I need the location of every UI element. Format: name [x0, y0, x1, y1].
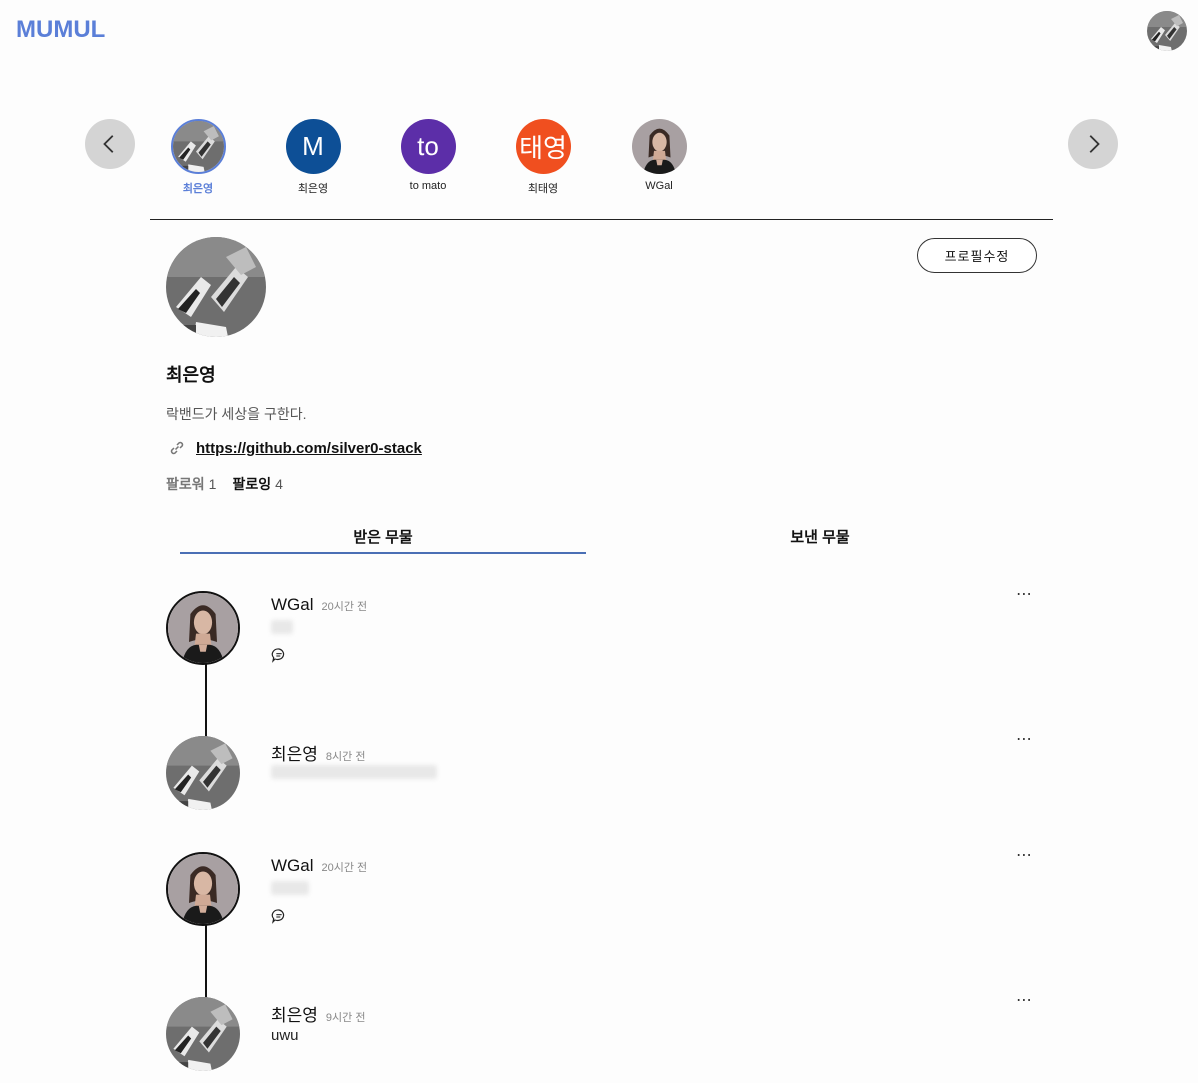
followers-stat[interactable]: 팔로워 1 — [166, 474, 216, 494]
friend-name: 최은영 — [182, 183, 214, 195]
post-header: 최은영 8시간 전 — [271, 740, 365, 765]
post-time: 8시간 전 — [325, 751, 366, 763]
post-body — [271, 765, 437, 782]
friend-item[interactable]: 최은영 — [158, 119, 238, 196]
post-avatar[interactable] — [166, 591, 240, 665]
friend-item[interactable]: 태영 최태영 — [503, 119, 583, 196]
following-stat[interactable]: 팔로잉 4 — [232, 474, 282, 494]
post-body — [271, 620, 293, 637]
section-divider — [150, 219, 1053, 220]
redacted-text — [271, 620, 293, 634]
profile-link[interactable]: https://github.com/silver0-stack — [196, 440, 422, 457]
following-label: 팔로잉 — [232, 476, 272, 492]
app-logo[interactable]: MUMUL — [16, 16, 105, 44]
friend-name: to mato — [409, 180, 447, 192]
more-options-button[interactable]: ⋯ — [1016, 845, 1033, 865]
thread-line — [205, 664, 207, 738]
profile-avatar — [166, 237, 266, 337]
post-author[interactable]: 최은영 — [271, 740, 318, 765]
more-options-button[interactable]: ⋯ — [1016, 729, 1033, 749]
friend-name: 최태영 — [527, 183, 559, 195]
friend-avatar — [632, 119, 687, 174]
post-time: 20시간 전 — [321, 862, 368, 874]
more-options-button[interactable]: ⋯ — [1016, 990, 1033, 1010]
edit-profile-button[interactable]: 프로필수정 — [917, 238, 1037, 273]
followers-count: 1 — [208, 476, 217, 492]
post-time: 20시간 전 — [321, 601, 368, 613]
follow-stats: 팔로워 1 팔로잉 4 — [166, 474, 283, 494]
friend-avatar: 태영 — [515, 119, 571, 174]
post-body: uwu — [271, 1027, 299, 1044]
active-tab-indicator — [180, 552, 586, 554]
friend-item[interactable]: WGal — [619, 119, 699, 192]
post-header: 최은영 9시간 전 — [271, 1001, 365, 1026]
friend-avatar: to — [400, 119, 456, 174]
post-author[interactable]: 최은영 — [271, 1001, 318, 1026]
post-header: WGal 20시간 전 — [271, 595, 367, 615]
friend-item[interactable]: to to mato — [388, 119, 468, 192]
thread-line — [205, 925, 207, 999]
carousel-prev-button[interactable] — [85, 119, 135, 169]
post-author[interactable]: WGal — [271, 856, 314, 876]
profile-name: 최은영 — [166, 365, 216, 385]
followers-label: 팔로워 — [166, 476, 205, 492]
tab-received[interactable]: 받은 무물 — [180, 526, 586, 547]
friend-avatar: M — [285, 119, 341, 174]
tab-sent[interactable]: 보낸 무물 — [617, 526, 1023, 547]
link-icon — [170, 441, 184, 455]
following-count: 4 — [275, 476, 283, 492]
post-body — [271, 881, 309, 898]
post-avatar[interactable] — [166, 997, 240, 1071]
redacted-text — [271, 881, 309, 895]
more-options-button[interactable]: ⋯ — [1016, 584, 1033, 604]
comment-icon[interactable] — [271, 647, 287, 663]
user-avatar[interactable] — [1147, 11, 1187, 51]
post-header: WGal 20시간 전 — [271, 856, 367, 876]
post-time: 9시간 전 — [325, 1012, 366, 1024]
profile-bio: 락밴드가 세상을 구한다. — [166, 406, 307, 422]
carousel-next-button[interactable] — [1068, 119, 1118, 169]
chevron-left-icon — [103, 135, 114, 153]
comment-icon[interactable] — [271, 908, 287, 924]
profile-link-row: https://github.com/silver0-stack — [168, 439, 422, 457]
friend-avatar — [170, 119, 226, 174]
post-author[interactable]: WGal — [271, 595, 314, 615]
friend-item[interactable]: M 최은영 — [273, 119, 353, 196]
redacted-text — [271, 765, 437, 779]
friend-name: 최은영 — [297, 183, 329, 195]
post-avatar[interactable] — [166, 736, 240, 810]
post-avatar[interactable] — [166, 852, 240, 926]
chevron-right-icon — [1089, 135, 1100, 153]
friend-name: WGal — [645, 180, 673, 192]
